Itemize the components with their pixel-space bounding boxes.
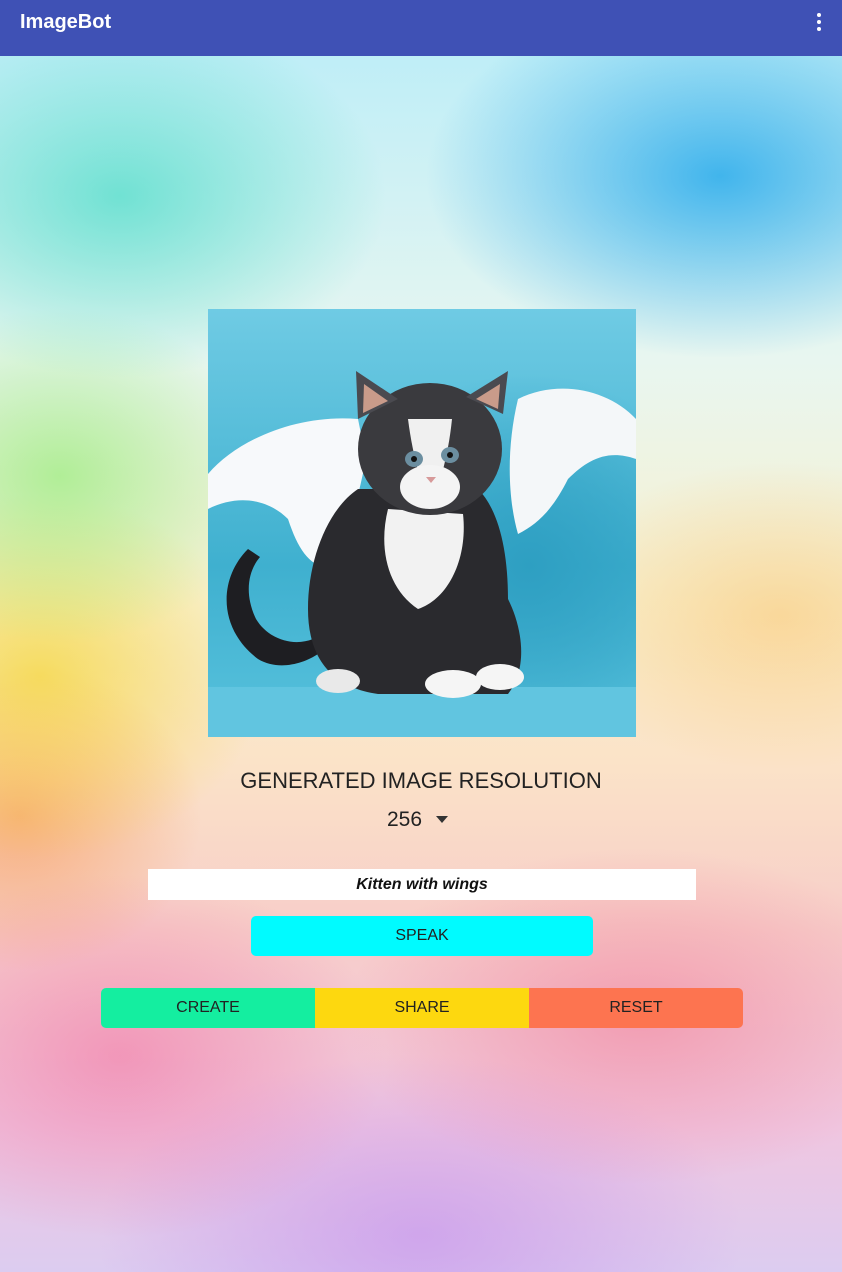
more-vert-icon[interactable] <box>814 10 824 36</box>
share-button[interactable]: SHARE <box>315 988 529 1028</box>
generated-image <box>208 309 636 737</box>
dropdown-arrow-icon <box>436 816 448 823</box>
app-bar: ImageBot <box>0 0 842 56</box>
resolution-label: GENERATED IMAGE RESOLUTION <box>240 768 602 793</box>
kitten-with-wings-image <box>208 309 636 737</box>
resolution-value: 256 <box>387 808 423 831</box>
reset-button[interactable]: RESET <box>529 988 743 1028</box>
resolution-dropdown[interactable]: 256 <box>380 806 460 834</box>
app-title: ImageBot <box>20 11 112 33</box>
speak-button[interactable]: SPEAK <box>251 916 593 956</box>
prompt-input[interactable] <box>148 869 696 900</box>
create-button[interactable]: CREATE <box>101 988 315 1028</box>
